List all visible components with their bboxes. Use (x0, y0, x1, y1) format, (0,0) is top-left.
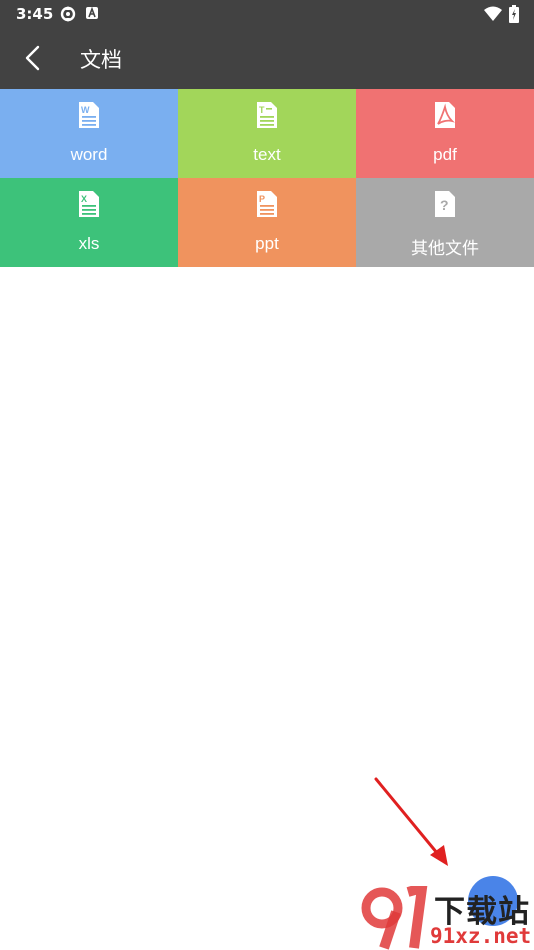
category-other[interactable]: ? 其他文件 (356, 178, 534, 267)
svg-text:?: ? (440, 197, 449, 213)
annotation-arrow-icon (374, 777, 448, 866)
category-xls-label: xls (78, 234, 100, 253)
category-ppt-label: ppt (255, 234, 279, 253)
status-time: 3:45 (16, 5, 54, 23)
category-xls[interactable]: X xls (0, 178, 178, 267)
text-doc-icon: T (257, 102, 277, 128)
svg-text:P: P (259, 194, 265, 204)
category-grid: W word T text pdf X xls P ppt ? 其他文件 (0, 89, 534, 267)
chevron-left-icon (25, 45, 40, 71)
category-pdf[interactable]: pdf (356, 89, 534, 178)
svg-text:W: W (81, 105, 90, 115)
app-toolbar: 文档 (0, 28, 534, 89)
category-text-label: text (253, 145, 281, 164)
svg-text:T: T (259, 105, 265, 115)
battery-icon (509, 5, 519, 23)
ppt-doc-icon: P (257, 191, 277, 217)
notification-a-icon (86, 7, 98, 19)
category-text[interactable]: T text (178, 89, 356, 178)
category-pdf-label: pdf (433, 145, 457, 164)
sync-icon (60, 6, 76, 22)
xls-doc-icon: X (79, 191, 99, 217)
watermark-logo-icon (361, 886, 428, 950)
other-doc-icon: ? (435, 191, 455, 217)
page-title: 文档 (80, 48, 122, 72)
wifi-icon (484, 6, 502, 21)
category-other-label: 其他文件 (411, 239, 479, 258)
watermark: 下载站 91xz.net (360, 886, 534, 950)
status-bar: 3:45 (0, 0, 534, 28)
back-button[interactable] (14, 38, 54, 78)
watermark-domain: 91xz.net (430, 924, 532, 948)
category-word-label: word (70, 145, 108, 164)
category-word[interactable]: W word (0, 89, 178, 178)
category-ppt[interactable]: P ppt (178, 178, 356, 267)
svg-text:X: X (81, 194, 87, 204)
pdf-doc-icon (435, 102, 455, 128)
word-doc-icon: W (79, 102, 99, 128)
